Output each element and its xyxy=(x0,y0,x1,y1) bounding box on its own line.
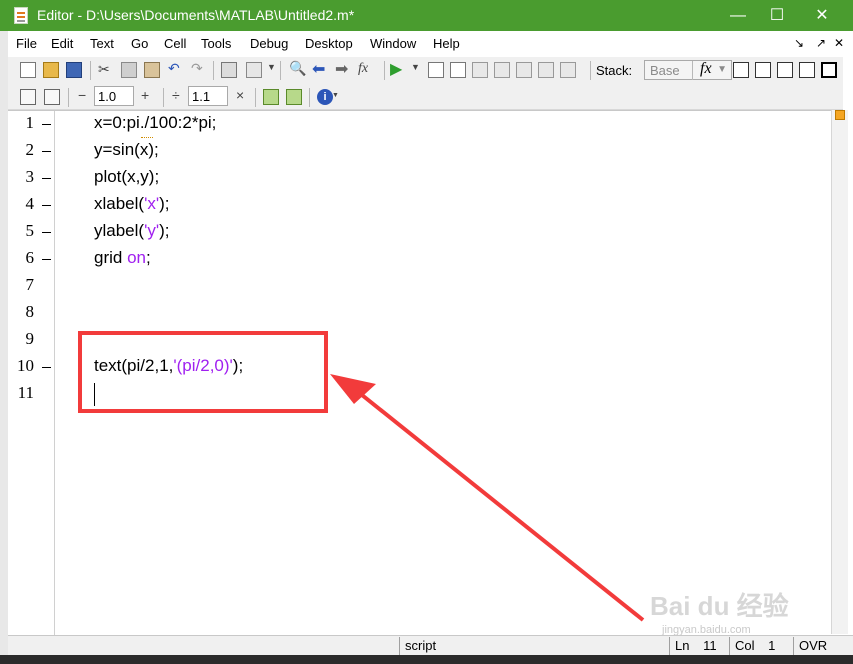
column-label: Col xyxy=(735,638,755,653)
annotation-arrow-line xyxy=(350,385,645,622)
vertical-scrollbar[interactable] xyxy=(831,110,848,634)
annotation-arrow-layer xyxy=(330,374,645,622)
line-value: 11 xyxy=(703,638,717,653)
status-mode: script xyxy=(399,637,669,655)
column-value: 1 xyxy=(768,638,776,653)
status-overwrite: OVR xyxy=(793,637,843,655)
line-label: Ln xyxy=(675,638,690,653)
status-bar: script Ln 11 Col 1 OVR xyxy=(8,635,853,656)
status-line: Ln 11 xyxy=(669,637,729,655)
mlint-status-indicator[interactable] xyxy=(835,110,845,120)
watermark-logo: Bai du 经验 xyxy=(650,591,789,621)
taskbar-edge xyxy=(0,655,853,664)
status-column: Col 1 xyxy=(729,637,793,655)
